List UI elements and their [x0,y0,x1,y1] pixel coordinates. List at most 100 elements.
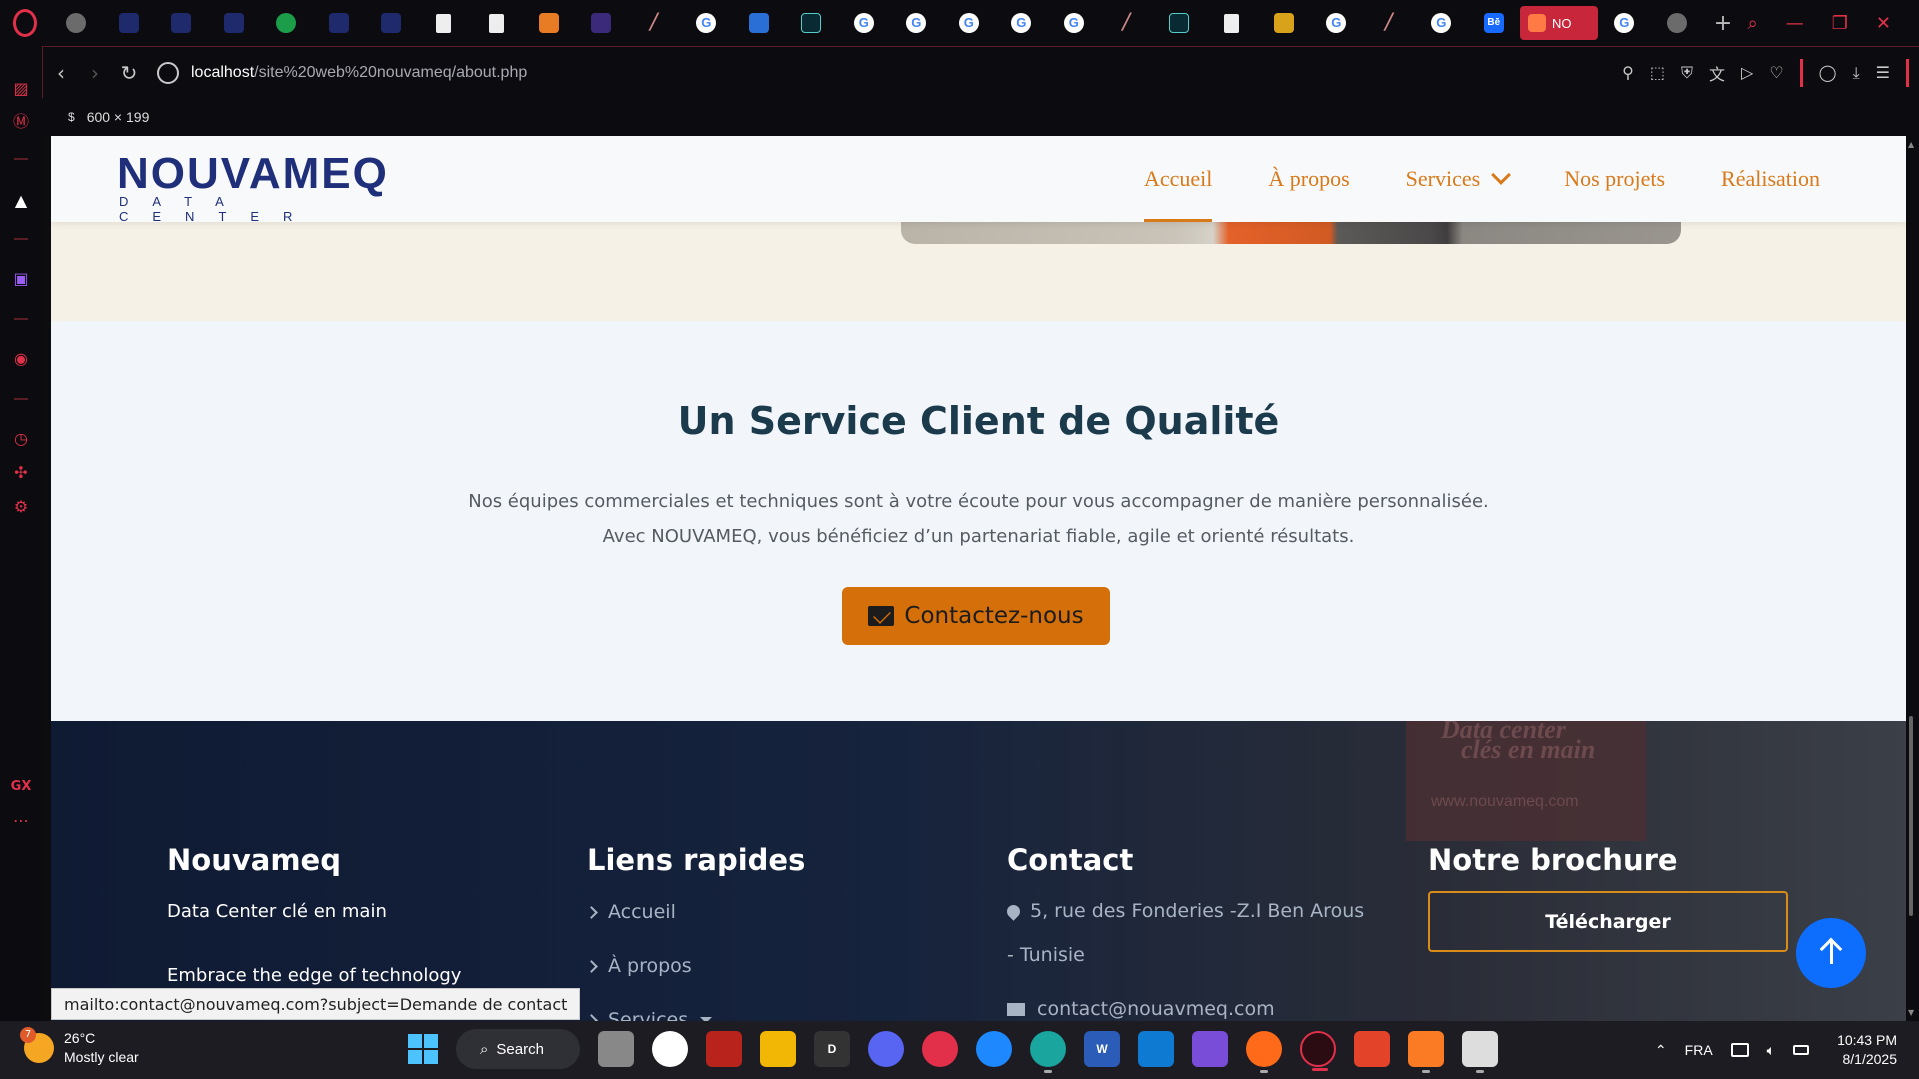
taskbar-search[interactable]: ⌕ Search [456,1029,580,1069]
nav-realisation[interactable]: Réalisation [1721,136,1820,222]
start-button[interactable] [408,1034,438,1064]
download-icon[interactable]: ⤓ [1853,63,1860,83]
forward-button[interactable]: › [79,57,111,89]
nav-nos-projets[interactable]: Nos projets [1564,136,1665,222]
chevron-up-icon[interactable]: ⌃ [1655,1042,1667,1059]
browser-tab[interactable] [943,0,996,46]
snipping-tool-icon[interactable] [1462,1031,1498,1073]
network-icon[interactable] [1730,1043,1749,1057]
footer-link-services[interactable]: Services [585,993,805,1021]
opera-gx-icon[interactable] [1300,1031,1336,1071]
browser-tab[interactable] [50,0,103,46]
twitch-icon[interactable]: ▣ [11,268,31,288]
minimize-button[interactable]: — [1786,13,1804,34]
browser-tab[interactable] [680,0,733,46]
url-field[interactable]: localhost/site%20web%20nouvameq/about.ph… [191,64,527,82]
snapshot-icon[interactable]: ⬚ [1650,63,1665,82]
opera-menu-button[interactable] [0,0,50,46]
nav-a-propos[interactable]: À propos [1268,136,1349,222]
search-tabs-icon[interactable]: ⌕ [1748,13,1758,34]
pin-icon[interactable]: ⚲ [1622,63,1634,82]
browser-tab[interactable] [838,0,891,46]
browser-tab[interactable] [470,0,523,46]
browser-tab[interactable] [1651,0,1704,46]
close-button[interactable]: ✕ [1876,13,1891,34]
word-icon[interactable]: W [1084,1031,1120,1067]
back-to-top-button[interactable] [1796,918,1866,988]
contact-us-button[interactable]: Contactez-nous [842,587,1110,645]
new-tab-button[interactable]: + [1703,0,1743,46]
browser-tab[interactable] [260,0,313,46]
discord-icon[interactable] [868,1031,904,1067]
firefox-icon[interactable] [1246,1031,1282,1073]
battery-icon[interactable] [1793,1045,1810,1055]
translate-icon[interactable]: 文 [1709,61,1725,85]
browser-tab[interactable] [1205,0,1258,46]
xampp-icon[interactable] [1408,1031,1444,1073]
browser-tab[interactable] [365,0,418,46]
player-icon[interactable]: ◉ [11,348,31,368]
settings-icon[interactable]: ⚙ [11,496,31,516]
browser-tab[interactable]: / [1100,0,1153,46]
browser-tab[interactable] [890,0,943,46]
language-indicator[interactable]: FRA [1685,1042,1713,1058]
edge-icon[interactable] [1030,1031,1066,1073]
browser-tab[interactable] [1598,0,1651,46]
clock[interactable]: 10:43 PM 8/1/2025 [1837,1031,1897,1069]
browser-tab[interactable] [1048,0,1101,46]
task-view-icon[interactable] [598,1031,634,1067]
opera-icon[interactable] [922,1031,958,1067]
browser-tab[interactable] [995,0,1048,46]
weather-widget[interactable]: 7 26°C Mostly clear [20,1027,139,1067]
heart-icon[interactable]: ♡ [1769,63,1783,82]
nav-services[interactable]: Services [1406,136,1512,222]
send-icon[interactable]: ▷ [1741,63,1753,82]
page-scrollbar[interactable]: ▲ ▼ [1906,136,1919,1021]
browser-tab[interactable] [103,0,156,46]
scroll-up-icon[interactable]: ▲ [1908,140,1914,149]
vscode-icon[interactable] [1138,1031,1174,1067]
microsoft365-icon[interactable] [1192,1031,1228,1067]
more-icon[interactable]: ⋯ [11,810,31,830]
easy-setup-icon[interactable]: ☰ [1876,63,1890,82]
back-button[interactable]: ‹ [45,57,77,89]
site-logo[interactable]: NOUVAMEQ DATA CENTER [117,152,397,225]
pathfinder-icon[interactable] [652,1031,688,1067]
file-explorer-icon[interactable] [760,1031,796,1067]
history-icon[interactable]: ◷ [11,428,31,448]
volume-icon[interactable]: 🔈︎ [1767,1042,1775,1059]
download-brochure-button[interactable]: Télécharger [1428,891,1788,952]
gitlab-icon[interactable] [1354,1031,1390,1067]
site-info-icon[interactable] [157,61,179,84]
browser-tab[interactable] [1258,0,1311,46]
messenger-icon[interactable] [976,1031,1012,1067]
browser-tab[interactable] [575,0,628,46]
browser-tab[interactable] [785,0,838,46]
browser-tab[interactable] [1310,0,1363,46]
browser-tab[interactable]: Bē [1468,0,1521,46]
browser-tab[interactable] [208,0,261,46]
scrollbar-thumb[interactable] [1909,716,1913,916]
browser-tab[interactable] [523,0,576,46]
mail-icon[interactable]: Ⓜ [11,110,31,131]
footer-link-accueil[interactable]: Accueil [585,885,805,939]
browser-tab[interactable] [1415,0,1468,46]
browser-tab[interactable]: / [628,0,681,46]
footer-email[interactable]: contact@nouavmeq.com [1007,987,1367,1021]
browser-tab[interactable] [733,0,786,46]
active-tab[interactable]: NO [1520,6,1598,40]
nav-accueil[interactable]: Accueil [1143,136,1213,222]
profile-icon[interactable]: ◯ [1819,63,1837,82]
extensions-icon[interactable]: ✣ [11,462,31,482]
scroll-down-icon[interactable]: ▼ [1908,1008,1914,1017]
filezilla-icon[interactable] [706,1031,742,1067]
adblock-icon[interactable]: ⛨ [1681,63,1693,83]
app-d-icon[interactable]: D [814,1031,850,1067]
gx-corner-icon[interactable]: ▨ [11,78,31,98]
aria-icon[interactable]: ▲ [11,190,31,210]
browser-tab[interactable]: / [1363,0,1416,46]
maximize-button[interactable]: ❐ [1832,13,1848,34]
gx-label[interactable]: GX [11,776,32,796]
browser-tab[interactable] [418,0,471,46]
browser-tab[interactable] [1153,0,1206,46]
